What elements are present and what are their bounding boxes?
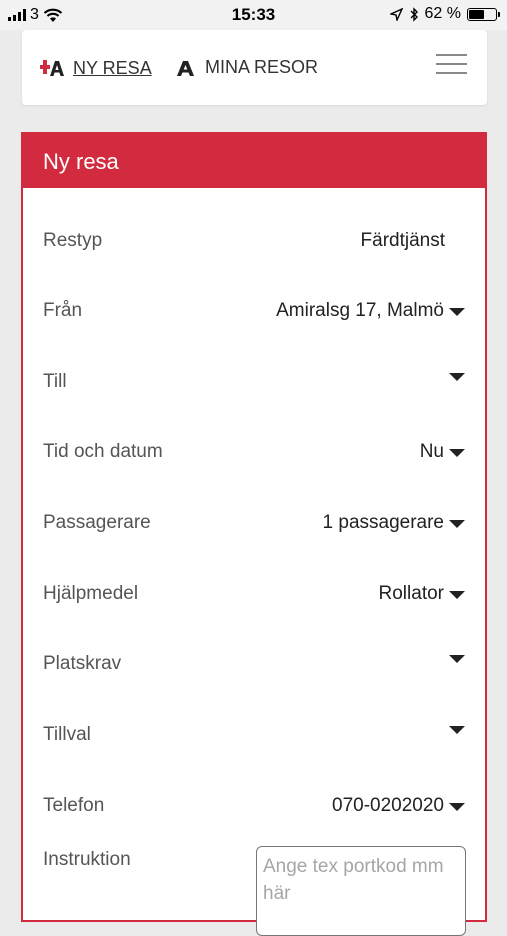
instruction-placeholder: Ange tex portkod mm här [263, 856, 444, 904]
row-label: Tillval [43, 724, 91, 745]
row-label: Hjälpmedel [43, 583, 139, 604]
row-label: Från [43, 300, 83, 321]
nav-item-ny-resa[interactable]: NY RESA [40, 57, 152, 79]
dropdown-caret-icon [449, 726, 465, 734]
row-value[interactable]: 1 passagerare [323, 512, 465, 534]
dropdown-caret-icon [449, 449, 465, 457]
dropdown-caret-icon [449, 655, 465, 663]
row-value[interactable]: Rollator [379, 583, 465, 605]
row-value[interactable]: Nu [420, 441, 465, 463]
top-navigation: NY RESA MINA RESOR [22, 30, 487, 105]
row-restyp: Restyp Färdtjänst [23, 220, 485, 260]
dropdown-caret-icon [449, 308, 465, 316]
row-label: Tid och datum [43, 441, 163, 462]
row-value[interactable]: 070-0202020 [332, 795, 465, 817]
bluetooth-icon [410, 6, 418, 22]
row-platskrav[interactable]: Platskrav [23, 643, 485, 683]
nav-item-mina-resor[interactable]: MINA RESOR [176, 57, 318, 78]
row-passagerare[interactable]: Passagerare 1 passagerare [23, 502, 485, 542]
mina-resor-logo-icon [177, 60, 194, 76]
row-telefon[interactable]: Telefon 070-0202020 [23, 785, 485, 825]
dropdown-caret-icon [449, 803, 465, 811]
ny-resa-logo-icon [40, 60, 64, 76]
instruction-textarea[interactable]: Ange tex portkod mm här [256, 846, 466, 936]
row-label: Platskrav [43, 653, 122, 674]
battery-icon [467, 7, 500, 21]
row-value[interactable] [444, 653, 465, 663]
status-bar: 3 15:33 62 % [0, 0, 507, 30]
row-value[interactable] [444, 371, 465, 381]
row-value[interactable] [444, 724, 465, 734]
hamburger-menu-icon[interactable] [436, 54, 467, 76]
row-fran[interactable]: Från Amiralsg 17, Malmö [23, 290, 485, 330]
row-value: Färdtjänst [360, 230, 445, 251]
new-trip-form: Ny resa Restyp Färdtjänst Från Amiralsg … [21, 132, 487, 936]
row-label: Telefon [43, 795, 105, 816]
row-tillval[interactable]: Tillval [23, 714, 485, 754]
battery-percentage: 62 % [424, 5, 461, 22]
row-label: Passagerare [43, 512, 151, 533]
row-label: Restyp [43, 230, 103, 251]
nav-ny-resa-label: NY RESA [73, 57, 152, 78]
row-label: Till [43, 371, 67, 392]
status-right: 62 % [389, 5, 500, 23]
dropdown-caret-icon [449, 591, 465, 599]
form-header: Ny resa [23, 134, 485, 188]
location-arrow-icon [389, 7, 403, 21]
nav-mina-resor-label: MINA RESOR [205, 57, 319, 77]
row-till[interactable]: Till [23, 361, 485, 401]
form-title: Ny resa [43, 149, 119, 174]
row-hjalpmedel[interactable]: Hjälpmedel Rollator [23, 573, 485, 613]
dropdown-caret-icon [449, 373, 465, 381]
row-value[interactable]: Amiralsg 17, Malmö [276, 300, 465, 322]
dropdown-caret-icon [449, 520, 465, 528]
row-label: Instruktion [43, 849, 131, 870]
row-tid-och-datum[interactable]: Tid och datum Nu [23, 431, 485, 471]
